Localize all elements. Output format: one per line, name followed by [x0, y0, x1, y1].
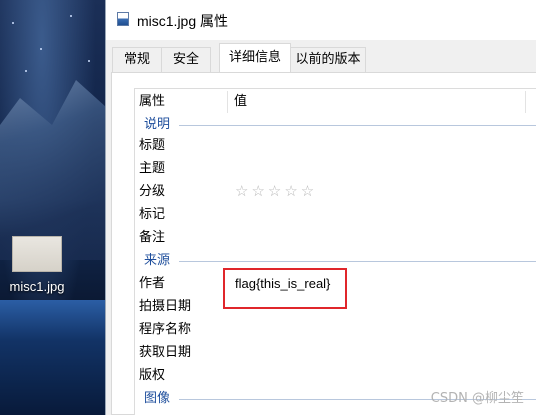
- property-row[interactable]: 主题: [135, 158, 536, 180]
- group-label: 图像: [144, 389, 175, 409]
- property-key: 标题: [139, 138, 166, 153]
- desktop-file-icon[interactable]: misc1.jpg: [4, 236, 70, 294]
- column-header-value[interactable]: 值: [230, 89, 520, 115]
- property-row[interactable]: 标记: [135, 204, 536, 226]
- property-row[interactable]: 备注: [135, 227, 536, 249]
- property-list[interactable]: 属性 值 说明 标题 主题 分级 ☆☆☆☆☆ 标记 备注 来源 作者 flag{…: [134, 88, 536, 415]
- property-key: 分级: [139, 184, 166, 199]
- property-key: 标记: [139, 207, 166, 222]
- rating-stars-icon[interactable]: ☆☆☆☆☆: [235, 181, 317, 203]
- wallpaper-lake: [0, 300, 105, 415]
- tab-general[interactable]: 常规: [112, 47, 162, 72]
- group-label: 说明: [144, 115, 175, 135]
- image-thumbnail-icon: [12, 236, 62, 272]
- group-label: 来源: [144, 251, 175, 271]
- tab-security[interactable]: 安全: [161, 47, 211, 72]
- image-file-icon: [117, 12, 129, 26]
- property-key: 备注: [139, 230, 166, 245]
- group-header-description[interactable]: 说明: [135, 115, 536, 135]
- properties-window: misc1.jpg 属性 常规 安全 详细信息 以前的版本 属性 值 说明 标题…: [105, 0, 536, 415]
- property-row[interactable]: 程序名称: [135, 319, 536, 341]
- watermark: CSDN @柳尘笙: [430, 391, 524, 406]
- property-key: 获取日期: [139, 345, 192, 360]
- property-key: 主题: [139, 161, 166, 176]
- column-separator[interactable]: [525, 91, 526, 113]
- details-panel: 属性 值 说明 标题 主题 分级 ☆☆☆☆☆ 标记 备注 来源 作者 flag{…: [111, 72, 536, 415]
- desktop-wallpaper: [0, 0, 105, 415]
- column-separator[interactable]: [227, 91, 228, 113]
- property-row[interactable]: 获取日期: [135, 342, 536, 364]
- tab-strip: 常规 安全 详细信息 以前的版本: [106, 40, 536, 73]
- property-key: 程序名称: [139, 322, 192, 337]
- property-key: 作者: [139, 276, 166, 291]
- group-divider: [179, 125, 536, 126]
- property-row[interactable]: 版权: [135, 365, 536, 387]
- title-bar[interactable]: misc1.jpg 属性: [106, 0, 536, 40]
- annotation-highlight-box: [223, 268, 347, 309]
- column-header-property[interactable]: 属性: [135, 89, 225, 115]
- tab-previous-versions[interactable]: 以前的版本: [290, 47, 366, 72]
- property-row[interactable]: 分级 ☆☆☆☆☆: [135, 181, 536, 203]
- property-row[interactable]: 标题: [135, 135, 536, 157]
- property-key: 版权: [139, 368, 166, 383]
- group-divider: [179, 261, 536, 262]
- property-key: 拍摄日期: [139, 299, 192, 314]
- desktop-file-label: misc1.jpg: [9, 279, 65, 294]
- tab-details[interactable]: 详细信息: [219, 43, 291, 73]
- wallpaper-mountain: [0, 80, 105, 260]
- window-title: misc1.jpg 属性: [137, 13, 229, 29]
